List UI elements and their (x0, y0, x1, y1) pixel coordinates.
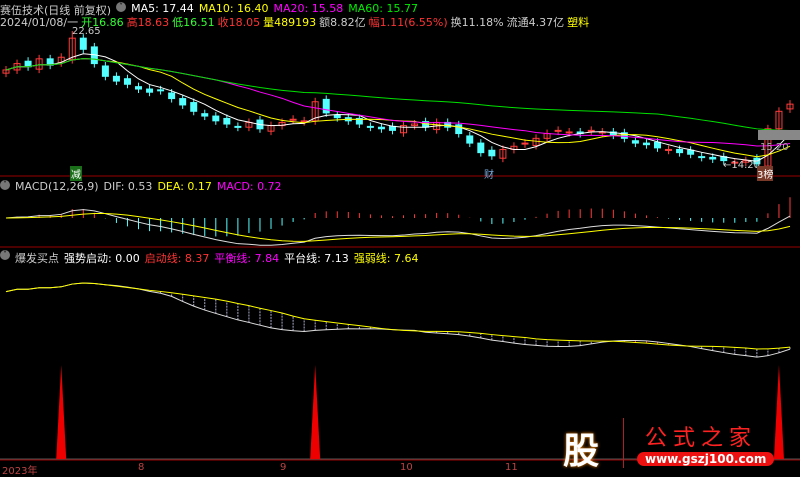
candle (79, 37, 87, 50)
start-line-value: 启动线: 8.37 (144, 252, 210, 265)
candle (477, 142, 485, 154)
candle (366, 125, 374, 128)
chevron-down-icon[interactable]: ˅ (0, 250, 10, 260)
platform-line-value: 平台线: 7.13 (284, 252, 349, 265)
strong-start-value: 强势启动: 0.00 (64, 252, 140, 265)
candle (388, 125, 396, 131)
candle (123, 78, 131, 85)
logo-char: 股 (563, 431, 600, 472)
candle (135, 86, 143, 90)
turnover: 换11.18% (450, 16, 504, 29)
candle (488, 149, 496, 157)
balance-line-value: 平衡线: 7.84 (214, 252, 280, 265)
macd-value: MACD: 0.72 (216, 180, 282, 193)
candle (146, 88, 154, 93)
x-tick: 2023年 (2, 466, 38, 477)
candle (201, 113, 209, 117)
candle (322, 98, 330, 114)
x-tick: 8 (138, 462, 145, 473)
candle (289, 118, 297, 121)
candle (101, 65, 109, 77)
logo-url: www.gszj100.com (637, 452, 775, 466)
buy-signal-spike (310, 365, 321, 459)
marker-list[interactable]: 3榜 (757, 166, 774, 181)
candle (179, 98, 187, 106)
candle (234, 125, 242, 128)
low-label: ←14.20 (723, 160, 761, 171)
candle (676, 148, 684, 154)
candle (665, 148, 673, 151)
chart-canvas[interactable] (0, 0, 800, 474)
float: 流通4.37亿 (506, 16, 565, 29)
low: 低16.51 (172, 16, 215, 29)
sector-link[interactable]: 塑料 (567, 14, 589, 30)
candle (168, 92, 176, 100)
platform-line (5, 282, 791, 358)
logo-name: 公式之家 (645, 426, 758, 451)
ma10-line (5, 58, 791, 158)
dif-value: DIF: 0.53 (103, 180, 153, 193)
ma5-line (5, 53, 791, 162)
candle (709, 156, 717, 160)
dea-value: DEA: 0.17 (157, 180, 212, 193)
candle (157, 89, 165, 92)
x-tick: 9 (280, 462, 287, 473)
chevron-down-icon[interactable]: ˅ (0, 180, 10, 190)
candle (112, 75, 120, 82)
candle (698, 156, 706, 159)
candle (223, 117, 231, 125)
x-tick: 10 (400, 462, 413, 473)
candle (466, 135, 474, 144)
macd-title: MACD(12,26,9) (15, 180, 99, 193)
chevron-down-icon[interactable]: ˅ (116, 2, 127, 12)
change: 幅1.11(6.55%) (368, 16, 448, 29)
candle (687, 149, 695, 155)
high: 高18.63 (126, 16, 170, 29)
weak-line (5, 282, 791, 350)
macd-header: ˅ MACD(12,26,9) DIF: 0.53 DEA: 0.17 MACD… (0, 180, 282, 193)
watermark-logo: 股 公式之家 www.gszj100.com (555, 418, 800, 474)
candle (631, 140, 639, 144)
candle (377, 126, 385, 130)
ma60-line (5, 58, 791, 132)
x-tick: 11 (505, 462, 518, 473)
candle (565, 131, 573, 134)
candle (190, 102, 198, 112)
candle (587, 129, 595, 132)
volume: 量489193 (263, 16, 317, 29)
marker-finance[interactable]: 财 (484, 166, 494, 181)
indicator-header: ˅ 爆发买点 强势启动: 0.00 启动线: 8.37 平衡线: 7.84 平台… (0, 250, 419, 266)
dea-line (5, 212, 791, 242)
amount: 额8.82亿 (319, 16, 366, 29)
candle (212, 115, 220, 122)
date: 2024/01/08/一 (0, 16, 79, 29)
candle (642, 142, 650, 146)
candle (521, 142, 529, 145)
candle (653, 141, 661, 149)
ma20-line (5, 58, 791, 147)
weak-line-value: 强弱线: 7.64 (353, 252, 419, 265)
candle (333, 114, 341, 119)
marker-reduce[interactable]: 减 (70, 166, 82, 181)
high-label: 22.65 (72, 26, 101, 37)
candle (554, 129, 562, 132)
indicator-title: 爆发买点 (15, 252, 59, 265)
close: 收18.05 (217, 16, 261, 29)
candle (300, 120, 308, 123)
price-box-label: 15.20 (760, 142, 789, 153)
current-price-box (758, 130, 800, 140)
buy-signal-spike (56, 365, 67, 459)
